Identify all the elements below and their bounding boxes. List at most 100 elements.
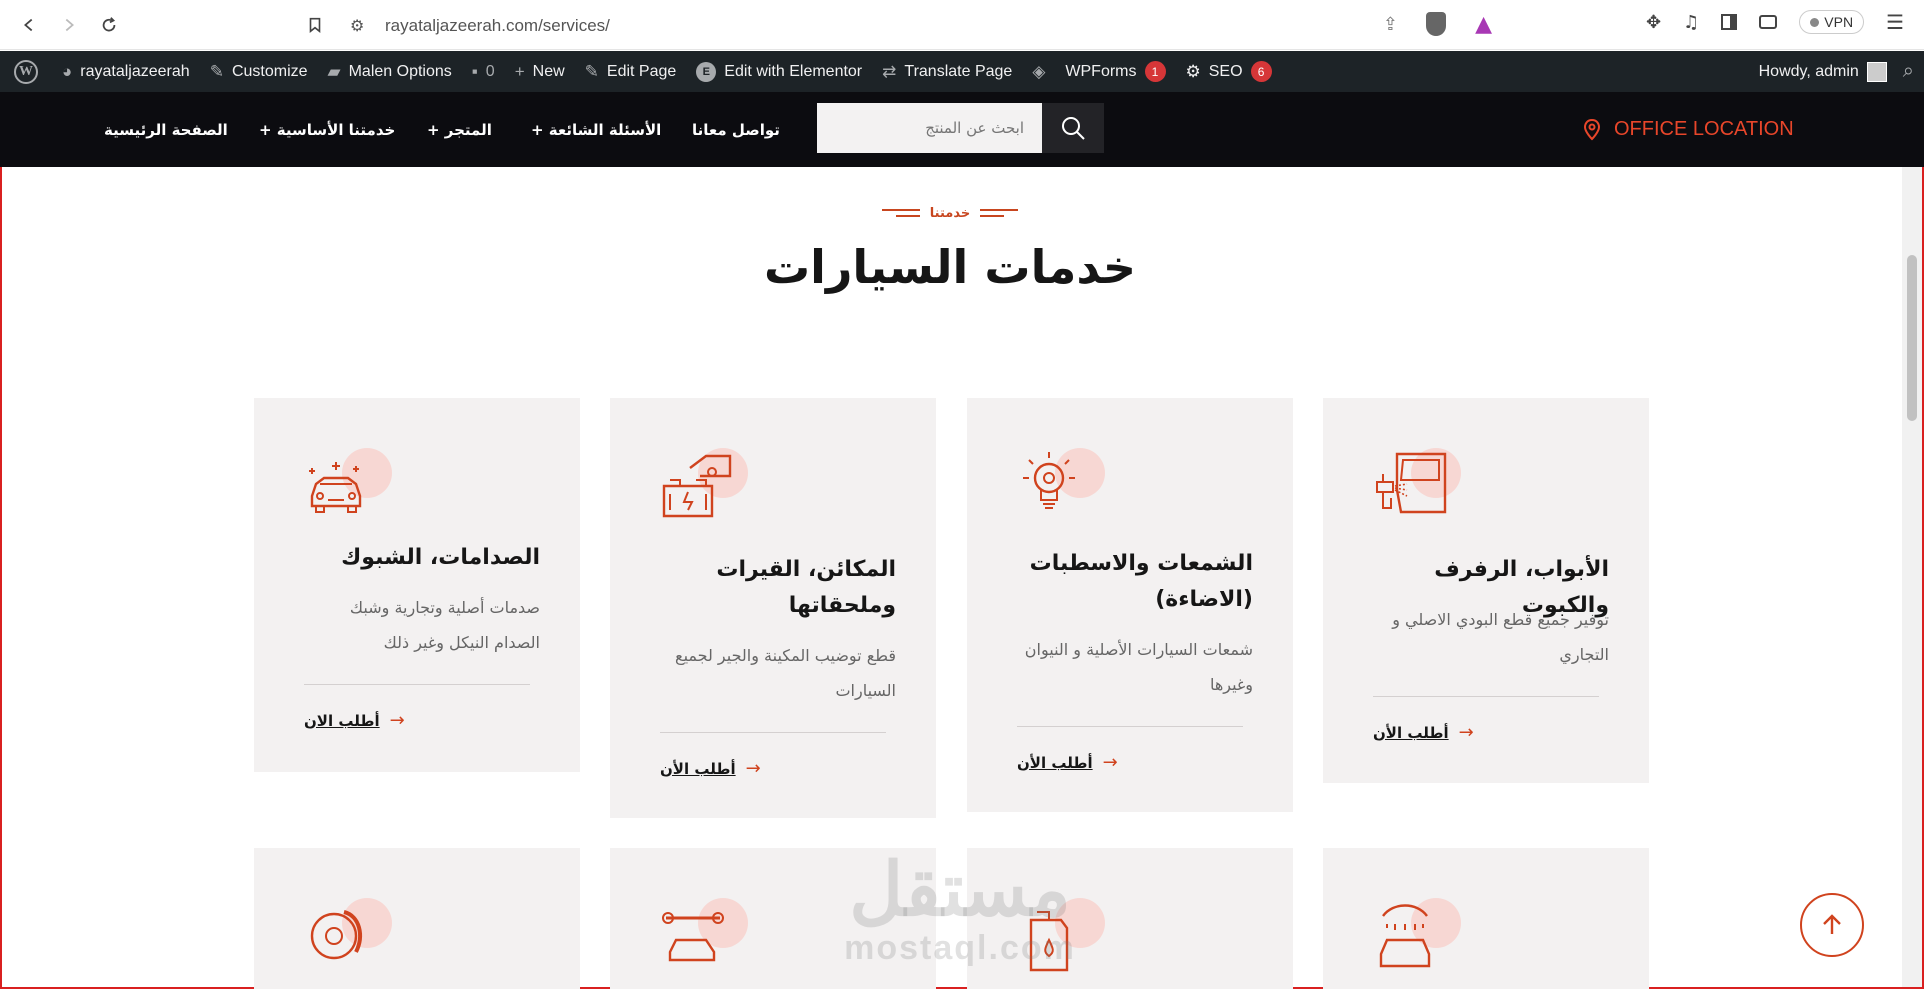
order-now-link[interactable]: أطلب الأن → [660,758,761,779]
wp-translate-link[interactable]: ⇄ Translate Page [872,51,1022,92]
order-link-label: أطلب الان [304,712,380,730]
wp-seo-label: SEO [1208,62,1243,80]
order-now-link[interactable]: أطلب الأن → [1373,722,1474,743]
wallet-icon[interactable] [1759,15,1778,29]
service-card-body-parts: الأبواب، الرفرف والكبوت توفير جميع قطع ا… [1323,398,1649,783]
order-link-text: أطلب الأن [1017,753,1093,772]
scroll-to-top-button[interactable] [1800,893,1864,957]
card-divider [660,732,886,733]
card-title: الصدامات، الشبوك [341,545,540,570]
service-card-bumpers: الصدامات، الشبوك صدمات أصلية وتجارية وشب… [254,398,580,772]
magnifier-icon [1062,117,1085,140]
wp-elementor-label: Edit with Elementor [724,62,863,80]
nav-home[interactable]: الصفحة الرئيسية [104,92,228,167]
wp-wpforms-label: WPForms [1065,62,1137,80]
order-link-label: أطلب الأن [1373,724,1449,742]
card-description: توفير جميع قطع البودي الاصلي و التجاري [1392,610,1609,664]
nav-store[interactable]: المتجر + [427,92,492,167]
scrollbar-thumb[interactable] [1907,255,1917,421]
bookmark-icon[interactable] [300,10,330,40]
diamond-icon: ◈ [1032,61,1046,81]
brake-disc-icon [310,910,362,960]
back-icon[interactable] [14,10,44,40]
wp-theme-options-label: Malen Options [348,62,452,80]
service-card-brakes [254,848,580,989]
sidebar-icon[interactable] [1721,14,1738,30]
address-bar[interactable]: ⚙ rayataljazeerah.com/services/ ⇪ ▲ [340,8,1506,44]
card-description: قطع توضيب المكينة والجير لجميع السيارات [675,646,896,700]
order-link-text: أطلب الان [304,711,380,730]
order-link-text: أطلب الأن [1373,723,1449,742]
wp-wpforms-link[interactable]: WPForms 1 [1055,51,1175,92]
car-sparkle-icon-wrap [304,446,394,526]
wp-customize-link[interactable]: ✎ Customize [200,51,318,92]
search-icon[interactable]: ⌕ [1903,60,1914,83]
seo-gear-icon: ⚙ [1185,61,1201,81]
eyebrow-label: خدمتنا [929,205,971,221]
wp-new-link[interactable]: + New [505,51,575,92]
wp-theme-options-link[interactable]: ▰ Malen Options [318,51,462,92]
wp-customize-label: Customize [231,62,308,80]
media-icon[interactable]: ♫ [1683,12,1699,33]
wp-elementor-link[interactable]: E Edit with Elementor [686,51,872,92]
wp-edit-page-link[interactable]: ✎ Edit Page [575,51,687,92]
engine-battery-icon [662,454,732,518]
wp-howdy-label: Howdy, admin [1758,62,1859,80]
lightbulb-icon [1023,452,1075,509]
nav-store-label: المتجر + [427,120,492,139]
wp-comments-link[interactable]: ▪ 0 [462,51,505,92]
nav-services[interactable]: خدمتنا الأساسية + [259,92,395,167]
wp-logo-button[interactable]: W [0,51,52,92]
order-now-link[interactable]: أطلب الأن → [1017,752,1118,773]
search-input[interactable] [817,103,1042,153]
card-divider [304,684,530,685]
car-door-spray-icon-wrap [1373,446,1463,526]
watermark: مستقل mostaql.com [830,848,1090,967]
brave-shield-icon[interactable] [1426,12,1446,36]
site-info-icon[interactable]: ⚙ [350,16,364,35]
nav-faq[interactable]: الأسئلة الشائعة + [531,92,661,167]
menu-icon[interactable]: ☰ [1886,10,1904,34]
nav-home-label: الصفحة الرئيسية [104,120,228,139]
watermark-latin: mostaql.com [844,929,1076,967]
product-search [817,103,1104,153]
seo-badge: 6 [1250,61,1272,82]
extensions-icon[interactable]: ✥ [1646,12,1661,33]
engine-battery-icon-wrap [660,446,750,526]
car-door-spray-icon [1376,452,1447,514]
nav-faq-label: الأسئلة الشائعة + [531,120,662,139]
eyebrow-lines-left [881,209,920,217]
share-icon[interactable]: ⇪ [1383,14,1398,35]
card-divider [1373,696,1599,697]
vpn-button[interactable]: VPN [1799,10,1865,34]
reload-icon[interactable] [94,10,124,40]
card-divider [1017,726,1243,727]
order-now-link[interactable]: أطلب الان → [304,710,405,731]
service-card-engines: المكائن، القيرات وملحقاتها قطع توضيب الم… [610,398,936,818]
vpn-status-icon [1810,17,1820,27]
wp-seo-link[interactable]: ⚙ SEO 6 [1176,51,1282,92]
card-description: شمعات السيارات الأصلية و النيوان وغيرها [1024,640,1253,694]
nav-services-label: خدمتنا الأساسية + [259,120,396,139]
card-title: الشمعات والاسطبات (الاضاءة) [1029,551,1253,612]
browser-toolbar: ⚙ rayataljazeerah.com/services/ ⇪ ▲ ✥ ♫ … [0,0,1924,50]
wp-account-menu[interactable]: Howdy, admin [1759,51,1887,92]
search-button[interactable] [1042,103,1104,153]
watermark-arabic: مستقل [849,848,1071,931]
office-location-link[interactable]: OFFICE LOCATION [1584,92,1794,167]
wp-edit-page-label: Edit Page [606,62,677,80]
elementor-icon: E [696,61,717,82]
arrow-right-icon: → [389,710,405,731]
wp-diamond-link[interactable]: ◈ [1022,51,1055,92]
wp-site-link[interactable]: ◕ rayataljazeerah [52,51,200,92]
wordpress-icon: W [14,59,38,84]
order-link-label: أطلب الأن [660,760,736,778]
page-title: خدمات السيارات [763,240,1137,294]
nav-contact[interactable]: تواصل معانا [692,92,780,167]
car-wash-icon-wrap [1373,896,1463,976]
card-description: صدمات أصلية وتجارية وشبك الصدام النيكل و… [349,598,540,652]
brave-rewards-icon[interactable]: ▲ [1475,12,1492,37]
forward-icon[interactable] [54,10,84,40]
map-pin-icon [1584,118,1600,140]
page-scrollbar[interactable] [1902,167,1922,987]
